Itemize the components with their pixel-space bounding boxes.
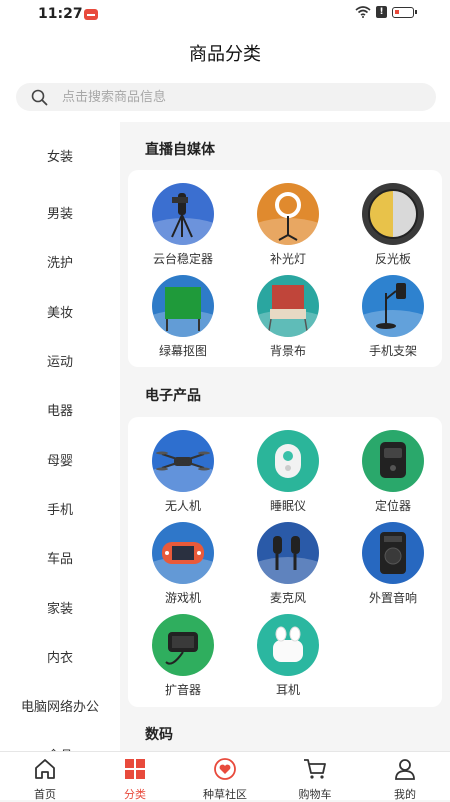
phone-stand-icon bbox=[362, 275, 424, 337]
category-item[interactable]: 定位器 bbox=[341, 430, 445, 514]
status-icons: ! bbox=[355, 6, 417, 18]
search-bar bbox=[0, 74, 450, 122]
sidebar-item[interactable]: 母婴 bbox=[0, 434, 120, 483]
gps-tracker-icon bbox=[362, 430, 424, 492]
sidebar-item[interactable]: 洗护 bbox=[0, 237, 120, 286]
category-item[interactable]: 麦克风 bbox=[236, 522, 340, 606]
category-card: 无人机 睡眠仪 定位器游戏机 麦克风 外置音响扩音器 耳机 bbox=[128, 417, 442, 707]
game-console-icon bbox=[152, 522, 214, 584]
category-item-label: 无人机 bbox=[164, 499, 201, 513]
section-title: 电子产品 bbox=[145, 388, 201, 404]
category-item[interactable]: 睡眠仪 bbox=[236, 430, 340, 514]
sidebar-item[interactable]: 家装 bbox=[0, 582, 120, 631]
sidebar-item[interactable]: 男装 bbox=[0, 188, 120, 237]
tab-user[interactable]: 我的 bbox=[360, 752, 450, 801]
microphone-icon bbox=[257, 522, 319, 584]
user-icon bbox=[393, 758, 417, 784]
category-item[interactable]: 扩音器 bbox=[131, 614, 235, 698]
search-input[interactable] bbox=[62, 83, 402, 111]
category-item-label: 游戏机 bbox=[164, 591, 201, 605]
gimbal-icon bbox=[152, 183, 214, 245]
section-title: 数码 bbox=[145, 727, 173, 743]
cart-icon bbox=[303, 758, 327, 784]
category-item[interactable]: 耳机 bbox=[236, 614, 340, 698]
battery-icon bbox=[392, 6, 417, 18]
tab-bar: 首页 分类 种草社区 购物车 我的 bbox=[0, 751, 450, 801]
sidebar-item[interactable]: 运动 bbox=[0, 336, 120, 385]
sidebar-item[interactable]: 手机 bbox=[0, 484, 120, 533]
alert-icon: ! bbox=[376, 6, 387, 18]
category-card: 云台稳定器 补光灯 反光板绿幕抠图 背景布 手机支架 bbox=[128, 170, 442, 367]
drone-icon bbox=[152, 430, 214, 492]
sidebar-item[interactable]: 电脑网络办公 bbox=[0, 681, 120, 730]
category-icon bbox=[124, 758, 146, 784]
tab-category[interactable]: 分类 bbox=[90, 752, 180, 801]
backdrop-icon bbox=[257, 275, 319, 337]
home-icon bbox=[33, 758, 57, 784]
sidebar-item[interactable]: 电器 bbox=[0, 385, 120, 434]
category-item-label: 定位器 bbox=[374, 499, 411, 513]
green-screen-icon bbox=[152, 275, 214, 337]
category-item-label: 扩音器 bbox=[164, 683, 201, 697]
category-item-label: 睡眠仪 bbox=[269, 499, 306, 513]
status-bar: 11:27 ! bbox=[0, 0, 450, 30]
wifi-icon bbox=[355, 6, 371, 18]
ring-light-icon bbox=[257, 183, 319, 245]
page-title: 商品分类 bbox=[189, 44, 261, 65]
category-item[interactable]: 游戏机 bbox=[131, 522, 235, 606]
section-title: 直播自媒体 bbox=[145, 142, 215, 158]
category-item[interactable]: 外置音响 bbox=[341, 522, 445, 606]
category-item-label: 背景布 bbox=[269, 344, 306, 358]
earbuds-icon bbox=[257, 614, 319, 676]
community-icon bbox=[213, 758, 237, 784]
category-item[interactable]: 手机支架 bbox=[341, 275, 445, 359]
sidebar-item[interactable]: 美妆 bbox=[0, 287, 120, 336]
search-icon bbox=[31, 89, 48, 106]
category-item-label: 耳机 bbox=[275, 683, 300, 697]
category-item-label: 麦克风 bbox=[269, 591, 306, 605]
category-item-label: 反光板 bbox=[374, 252, 411, 266]
reflector-icon bbox=[362, 183, 424, 245]
category-item[interactable]: 无人机 bbox=[131, 430, 235, 514]
speaker-icon bbox=[362, 522, 424, 584]
search-box[interactable] bbox=[16, 83, 436, 111]
category-item-label: 手机支架 bbox=[368, 344, 417, 358]
status-time: 11:27 bbox=[38, 6, 83, 22]
category-item-label: 云台稳定器 bbox=[152, 252, 213, 266]
category-item-label: 绿幕抠图 bbox=[158, 344, 207, 358]
category-item[interactable]: 补光灯 bbox=[236, 183, 340, 267]
header: 商品分类 bbox=[0, 30, 450, 74]
category-item[interactable]: 云台稳定器 bbox=[131, 183, 235, 267]
tab-cart[interactable]: 购物车 bbox=[270, 752, 360, 801]
sidebar-item[interactable]: 食品 bbox=[0, 730, 120, 752]
tab-community[interactable]: 种草社区 bbox=[180, 752, 270, 801]
category-item[interactable]: 反光板 bbox=[341, 183, 445, 267]
category-item-label: 补光灯 bbox=[269, 252, 306, 266]
notification-badge-icon bbox=[84, 9, 98, 20]
sidebar-item[interactable]: 女装 bbox=[0, 122, 120, 188]
category-content: 直播自媒体云台稳定器 补光灯 反光板绿幕抠图 背景布 手机支架电子产品无人机 睡眠仪 定位器… bbox=[120, 122, 450, 752]
category-sidebar: 女装男装洗护美妆运动电器母婴手机车品家装内衣电脑网络办公食品 bbox=[0, 122, 120, 752]
category-item[interactable]: 背景布 bbox=[236, 275, 340, 359]
sidebar-item[interactable]: 内衣 bbox=[0, 632, 120, 681]
category-item[interactable]: 绿幕抠图 bbox=[131, 275, 235, 359]
megaphone-icon bbox=[152, 614, 214, 676]
tab-home[interactable]: 首页 bbox=[0, 752, 90, 801]
sidebar-item[interactable]: 车品 bbox=[0, 533, 120, 582]
category-item-label: 外置音响 bbox=[368, 591, 417, 605]
sleep-device-icon bbox=[257, 430, 319, 492]
